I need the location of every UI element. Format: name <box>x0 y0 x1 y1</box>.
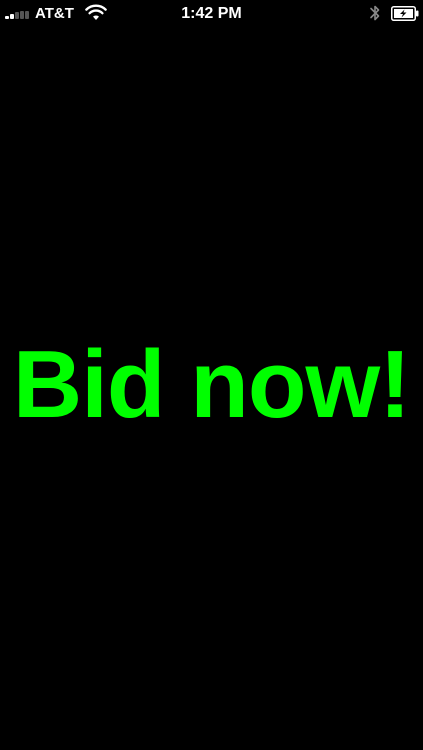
status-time: 1:42 PM <box>181 5 242 22</box>
status-bar: AT&T 1:42 PM <box>0 0 423 28</box>
bluetooth-icon <box>370 5 380 21</box>
bid-now-headline: Bid now! <box>12 331 411 438</box>
battery-charging-icon <box>391 6 419 21</box>
